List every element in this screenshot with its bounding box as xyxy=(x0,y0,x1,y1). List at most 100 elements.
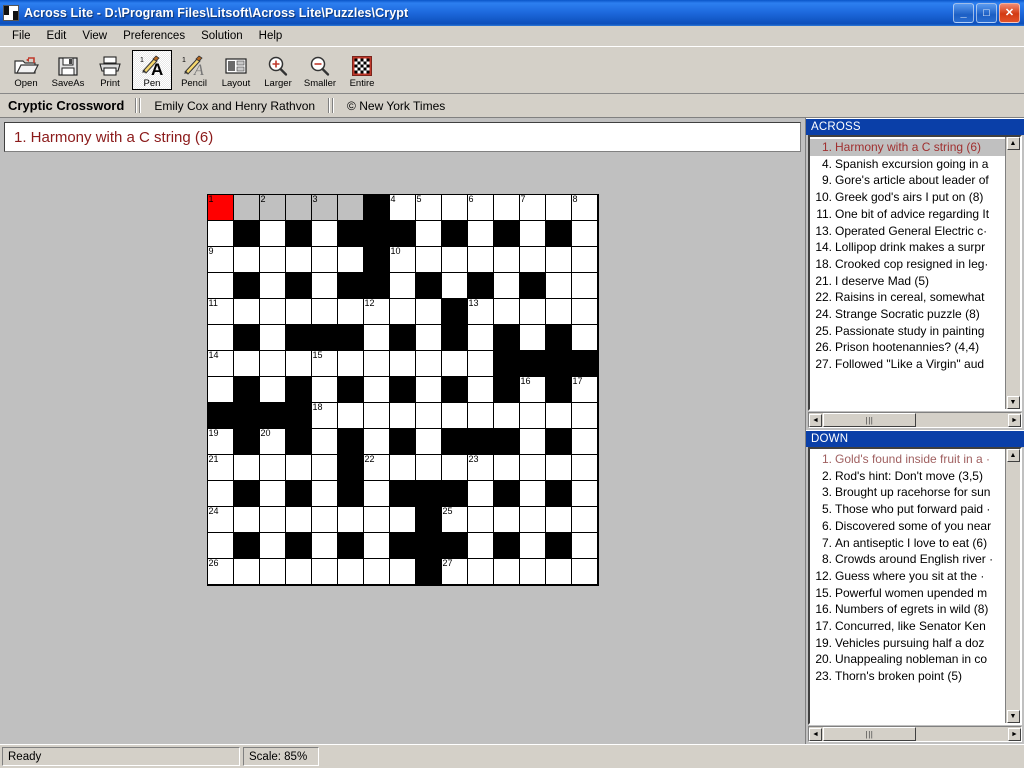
across-scroll-down-button[interactable]: ▼ xyxy=(1006,396,1020,409)
grid-cell[interactable]: 6 xyxy=(467,195,494,221)
grid-cell[interactable] xyxy=(311,247,338,273)
grid-cell[interactable] xyxy=(519,403,546,429)
grid-cell[interactable]: 20 xyxy=(259,429,286,455)
grid-cell[interactable] xyxy=(467,533,494,559)
grid-cell[interactable] xyxy=(519,455,546,481)
grid-cell[interactable] xyxy=(311,559,338,585)
grid-cell[interactable] xyxy=(519,507,546,533)
across-clue-list[interactable]: 1. Harmony with a C string (6) 4. Spanish e… xyxy=(810,137,1005,409)
grid-cell[interactable] xyxy=(571,273,598,299)
grid-cell[interactable]: 18 xyxy=(311,403,338,429)
down-horizontal-scrollbar[interactable]: ◄ ||| ► xyxy=(808,726,1022,742)
grid-cell[interactable] xyxy=(545,195,572,221)
grid-cell[interactable] xyxy=(233,559,260,585)
grid-cell[interactable]: 21 xyxy=(207,455,234,481)
grid-cell[interactable] xyxy=(259,559,286,585)
clue-item[interactable]: 5. Those who put forward paid · xyxy=(810,501,1005,518)
grid-cell[interactable] xyxy=(207,533,234,559)
grid-cell[interactable] xyxy=(311,533,338,559)
grid-cell[interactable] xyxy=(337,403,364,429)
grid-cell[interactable] xyxy=(285,559,312,585)
grid-cell[interactable] xyxy=(207,377,234,403)
grid-cell[interactable]: 17 xyxy=(571,377,598,403)
grid-cell[interactable]: 7 xyxy=(519,195,546,221)
grid-cell[interactable] xyxy=(311,429,338,455)
grid-cell[interactable] xyxy=(467,377,494,403)
down-scroll-right-button[interactable]: ► xyxy=(1008,727,1021,741)
clue-item[interactable]: 24. Strange Socratic puzzle (8) xyxy=(810,306,1005,323)
grid-cell[interactable] xyxy=(493,273,520,299)
grid-cell[interactable] xyxy=(207,221,234,247)
grid-cell[interactable] xyxy=(519,325,546,351)
grid-cell[interactable] xyxy=(467,325,494,351)
grid-cell[interactable]: 11 xyxy=(207,299,234,325)
grid-cell[interactable] xyxy=(415,325,442,351)
grid-cell[interactable] xyxy=(311,481,338,507)
grid-cell[interactable] xyxy=(363,351,390,377)
maximize-button[interactable]: □ xyxy=(976,3,997,23)
minimize-button[interactable]: _ xyxy=(953,3,974,23)
menu-file[interactable]: File xyxy=(4,28,39,44)
grid-cell[interactable] xyxy=(571,455,598,481)
grid-cell[interactable] xyxy=(207,481,234,507)
grid-cell[interactable] xyxy=(545,455,572,481)
grid-cell[interactable] xyxy=(389,403,416,429)
grid-cell[interactable] xyxy=(207,273,234,299)
clue-item[interactable]: 22. Raisins in cereal, somewhat xyxy=(810,289,1005,306)
grid-cell[interactable] xyxy=(441,273,468,299)
menu-preferences[interactable]: Preferences xyxy=(115,28,193,44)
clue-item[interactable]: 6. Discovered some of you near xyxy=(810,518,1005,535)
clue-item[interactable]: 2. Rod's hint: Don't move (3,5) xyxy=(810,468,1005,485)
across-vertical-scrollbar[interactable]: ▲ ▼ xyxy=(1005,137,1020,409)
clue-item[interactable]: 11. One bit of advice regarding It xyxy=(810,206,1005,223)
across-scroll-right-button[interactable]: ► xyxy=(1008,413,1021,427)
grid-cell[interactable] xyxy=(493,195,520,221)
grid-cell[interactable] xyxy=(259,533,286,559)
grid-cell[interactable] xyxy=(363,481,390,507)
grid-cell[interactable] xyxy=(285,195,312,221)
grid-cell[interactable] xyxy=(467,481,494,507)
clue-item[interactable]: 20. Unappealing nobleman in co xyxy=(810,651,1005,668)
down-clue-list[interactable]: 1. Gold's found inside fruit in a · 2. Rod'… xyxy=(810,449,1005,723)
clue-item[interactable]: 13. Operated General Electric c· xyxy=(810,223,1005,240)
grid-cell[interactable] xyxy=(415,351,442,377)
grid-cell[interactable] xyxy=(415,221,442,247)
grid-cell[interactable]: 25 xyxy=(441,507,468,533)
clue-item[interactable]: 17. Concurred, like Senator Ken xyxy=(810,618,1005,635)
across-hscroll-thumb[interactable]: ||| xyxy=(823,413,916,427)
grid-cell[interactable] xyxy=(519,429,546,455)
grid-cell[interactable] xyxy=(467,559,494,585)
grid-cell[interactable] xyxy=(441,351,468,377)
grid-cell[interactable] xyxy=(467,507,494,533)
down-scroll-down-button[interactable]: ▼ xyxy=(1006,710,1020,723)
down-hscroll-thumb[interactable]: ||| xyxy=(823,727,916,741)
grid-cell[interactable]: 27 xyxy=(441,559,468,585)
grid-cell[interactable] xyxy=(259,377,286,403)
clue-item[interactable]: 15. Powerful women upended m xyxy=(810,585,1005,602)
toolbar-larger-button[interactable]: Larger xyxy=(258,50,298,90)
grid-cell[interactable] xyxy=(415,247,442,273)
grid-cell[interactable] xyxy=(519,221,546,247)
grid-cell[interactable] xyxy=(467,221,494,247)
clue-item[interactable]: 27. Followed "Like a Virgin" aud xyxy=(810,356,1005,373)
grid-cell[interactable] xyxy=(337,507,364,533)
clue-item[interactable]: 26. Prison hootenannies? (4,4) xyxy=(810,339,1005,356)
grid-cell[interactable] xyxy=(389,273,416,299)
grid-cell[interactable]: 16 xyxy=(519,377,546,403)
grid-cell[interactable] xyxy=(285,507,312,533)
grid-cell[interactable] xyxy=(285,247,312,273)
clue-item[interactable]: 14. Lollipop drink makes a surpr xyxy=(810,239,1005,256)
clue-item[interactable]: 9. Gore's article about leader of xyxy=(810,172,1005,189)
grid-cell[interactable] xyxy=(285,299,312,325)
clue-item[interactable]: 1. Gold's found inside fruit in a · xyxy=(810,451,1005,468)
grid-cell[interactable] xyxy=(493,247,520,273)
clue-item[interactable]: 12. Guess where you sit at the · xyxy=(810,568,1005,585)
grid-cell[interactable] xyxy=(571,481,598,507)
grid-cell[interactable] xyxy=(337,351,364,377)
grid-cell[interactable] xyxy=(311,377,338,403)
across-scroll-up-button[interactable]: ▲ xyxy=(1006,137,1020,150)
grid-cell[interactable] xyxy=(545,559,572,585)
grid-cell[interactable] xyxy=(363,507,390,533)
grid-cell[interactable] xyxy=(571,299,598,325)
grid-cell[interactable] xyxy=(545,247,572,273)
